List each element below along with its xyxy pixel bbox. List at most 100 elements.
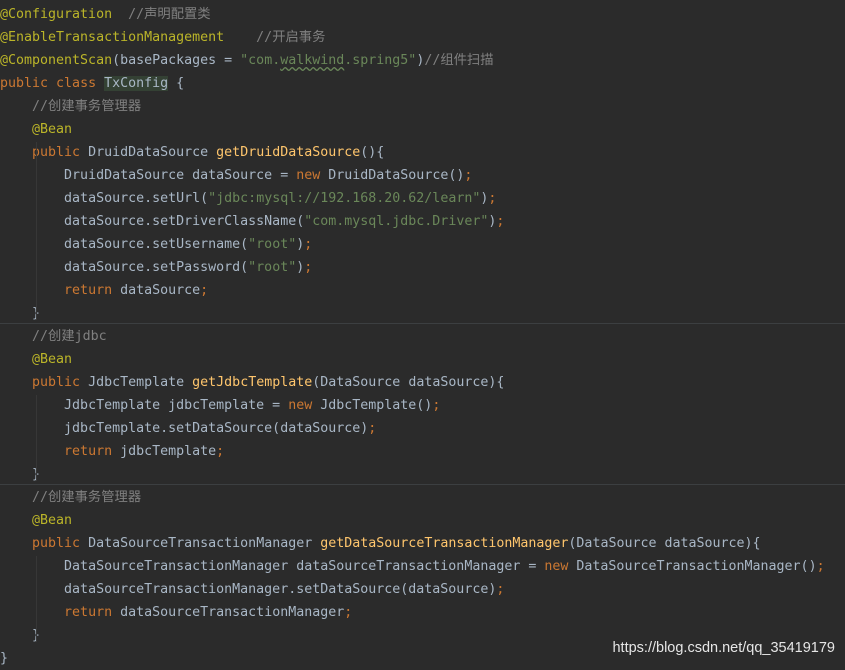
code-line[interactable]: //创建事务管理器 [0,95,845,118]
code-line[interactable]: @Configuration //声明配置类 [0,3,845,26]
code-token: class [56,76,105,91]
code-token: (){ [360,145,385,160]
watermark: https://blog.csdn.net/qq_35419179 [612,640,835,656]
code-line[interactable]: return dataSourceTransactionManager; [0,601,845,624]
code-token: return [64,444,121,459]
code-line[interactable]: dataSource.setDriverClassName("com.mysql… [0,210,845,233]
code-line[interactable]: dataSource.setPassword("root"); [0,256,845,279]
code-token: "com.mysql.jdbc.Driver" [304,214,489,229]
code-line[interactable]: JdbcTemplate jdbcTemplate = new JdbcTemp… [0,394,845,417]
code-line[interactable]: } [0,463,845,486]
code-token: @ComponentScan [0,53,113,68]
code-line[interactable]: //创建事务管理器 [0,486,845,509]
code-token: "com. [240,53,281,68]
code-token: @Bean [32,352,73,367]
code-token: ; [488,191,497,206]
code-token: dataSource [120,283,201,298]
code-token: dataSourceTransactionManager [120,605,345,620]
code-token: public [32,536,89,551]
code-token: dataSource.setUrl( [64,191,209,206]
code-token: public [32,375,89,390]
code-line[interactable]: dataSource.setUrl("jdbc:mysql://192.168.… [0,187,845,210]
code-token: new [544,559,577,574]
code-token: //开启事务 [224,30,326,45]
code-token: getDataSourceTransactionManager [320,536,569,551]
code-line[interactable]: public DruidDataSource getDruidDataSourc… [0,141,845,164]
indent-guide [36,395,37,481]
code-line[interactable]: return dataSource; [0,279,845,302]
code-token: public [32,145,89,160]
code-line[interactable]: DruidDataSource dataSource = new DruidDa… [0,164,845,187]
code-token: dataSource.setDriverClassName( [64,214,305,229]
method-separator [0,484,845,485]
code-line[interactable]: } [0,302,845,325]
code-token: DataSourceTransactionManager [88,536,321,551]
code-line[interactable]: public JdbcTemplate getJdbcTemplate(Data… [0,371,845,394]
code-token: ; [496,582,505,597]
code-token: dataSource.setUsername( [64,237,249,252]
code-token: ; [304,260,313,275]
code-token: getJdbcTemplate [192,375,313,390]
code-line[interactable]: @Bean [0,509,845,532]
code-token: ; [464,168,473,183]
code-token: JdbcTemplate jdbcTemplate = [64,398,289,413]
code-line[interactable]: return jdbcTemplate; [0,440,845,463]
code-token: ; [200,283,209,298]
code-token: //创建jdbc [32,329,107,344]
code-line[interactable]: @EnableTransactionManagement //开启事务 [0,26,845,49]
code-line[interactable]: public class TxConfig { [0,72,845,95]
code-token: @Configuration [0,7,113,22]
code-line[interactable]: //创建jdbc [0,325,845,348]
code-token: dataSource.setPassword( [64,260,249,275]
code-line[interactable]: public DataSourceTransactionManager getD… [0,532,845,555]
code-token: ; [496,214,505,229]
code-token: getDruidDataSource [216,145,361,160]
code-token: jdbcTemplate [120,444,217,459]
code-editor[interactable]: @Configuration //声明配置类 @EnableTransaction… [0,3,845,670]
code-token: DruidDataSource() [328,168,465,183]
code-token: DruidDataSource [88,145,217,160]
code-token: ; [344,605,353,620]
code-line[interactable]: dataSourceTransactionManager.setDataSour… [0,578,845,601]
code-token: //创建事务管理器 [32,99,142,114]
code-token: { [168,76,185,91]
code-token: walkwind [280,53,345,68]
code-line[interactable]: @ComponentScan(basePackages = "com.walkw… [0,49,845,72]
code-line[interactable]: DataSourceTransactionManager dataSourceT… [0,555,845,578]
code-token: ; [368,421,377,436]
code-token: JdbcTemplate() [320,398,433,413]
code-token: JdbcTemplate [88,375,193,390]
code-token: return [64,283,121,298]
code-token: (DataSource dataSource){ [312,375,505,390]
code-token: //创建事务管理器 [32,490,142,505]
code-token: } [0,651,9,666]
code-line[interactable]: dataSource.setUsername("root"); [0,233,845,256]
code-token: @EnableTransactionManagement [0,30,225,45]
code-line[interactable]: @Bean [0,118,845,141]
code-token: dataSourceTransactionManager.setDataSour… [64,582,497,597]
indent-guide [36,556,37,642]
code-token: ; [432,398,441,413]
code-line[interactable]: @Bean [0,348,845,371]
code-line[interactable]: jdbcTemplate.setDataSource(dataSource); [0,417,845,440]
